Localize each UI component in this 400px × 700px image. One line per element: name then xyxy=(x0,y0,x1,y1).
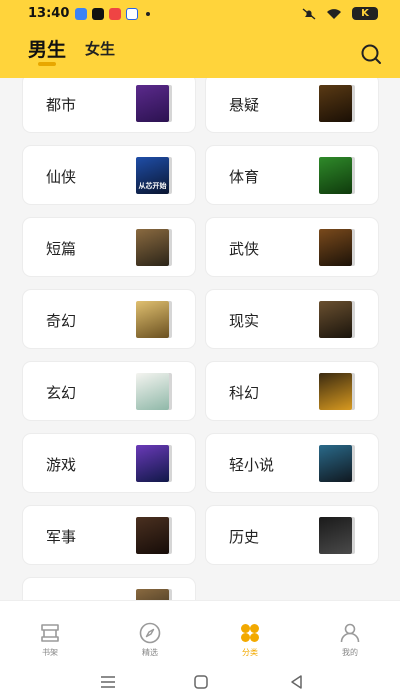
app-header: 男生 女生 xyxy=(0,28,400,78)
nav-category[interactable]: 分类 xyxy=(200,601,300,664)
category-card-xuanhuan[interactable]: 玄幻 xyxy=(23,362,195,420)
book-cover xyxy=(319,85,352,122)
category-label: 科幻 xyxy=(229,384,260,402)
category-icon xyxy=(241,624,259,642)
nav-label: 分类 xyxy=(242,648,258,657)
category-label: 奇幻 xyxy=(46,312,77,330)
category-card-xianxia[interactable]: 仙侠 从芯开始 xyxy=(23,146,195,204)
video-app-icon xyxy=(109,8,121,20)
compass-icon xyxy=(139,622,161,644)
nav-label: 精选 xyxy=(142,648,158,657)
category-grid: 都市 悬疑 仙侠 从芯开始 体育 短篇 武侠 奇幻 现实 玄幻 科幻 游戏 轻小… xyxy=(0,78,400,600)
nav-label: 书架 xyxy=(42,648,58,657)
system-navigation-bar xyxy=(0,663,400,700)
book-cover xyxy=(136,301,169,338)
bookshelf-icon xyxy=(41,624,59,642)
book-cover xyxy=(136,445,169,482)
category-label: 玄幻 xyxy=(46,384,77,402)
book-cover xyxy=(319,373,352,410)
category-card-dushi[interactable]: 都市 xyxy=(23,78,195,132)
category-label: 军事 xyxy=(46,528,77,546)
home-icon[interactable] xyxy=(192,673,210,691)
category-card-xuanyi[interactable]: 悬疑 xyxy=(206,78,378,132)
book-cover xyxy=(319,157,352,194)
book-cover xyxy=(136,85,169,122)
back-icon[interactable] xyxy=(288,673,306,691)
book-cover: 从芯开始 xyxy=(136,157,169,194)
category-label: 短篇 xyxy=(46,240,77,258)
tiktok-icon xyxy=(92,8,104,20)
tab-female[interactable]: 女生 xyxy=(85,38,115,59)
nav-label: 我的 xyxy=(342,648,358,657)
book-cover xyxy=(319,445,352,482)
category-label: 都市 xyxy=(46,96,77,114)
category-card-youxi[interactable]: 游戏 xyxy=(23,434,195,492)
status-bar: 13:40 K xyxy=(0,0,400,28)
mute-icon xyxy=(302,7,316,20)
status-time: 13:40 xyxy=(28,6,70,21)
category-label: 悬疑 xyxy=(229,96,260,114)
book-cover xyxy=(319,229,352,266)
category-card-duanpian[interactable]: 短篇 xyxy=(23,218,195,276)
category-label: 历史 xyxy=(229,528,260,546)
more-dot-icon xyxy=(146,12,150,16)
category-label: 轻小说 xyxy=(229,456,275,474)
category-card-wuxia[interactable]: 武侠 xyxy=(206,218,378,276)
nav-featured[interactable]: 精选 xyxy=(100,601,200,664)
wifi-icon xyxy=(327,8,341,19)
notification-icons xyxy=(75,8,150,20)
book-cover xyxy=(136,229,169,266)
tab-male[interactable]: 男生 xyxy=(28,35,66,62)
status-right: K xyxy=(302,7,378,20)
book-cover-title: 从芯开始 xyxy=(138,182,167,190)
app-notification-icon xyxy=(75,8,87,20)
category-card-qingxiaoshuo[interactable]: 轻小说 xyxy=(206,434,378,492)
search-icon[interactable] xyxy=(358,42,384,68)
nav-bookshelf[interactable]: 书架 xyxy=(0,601,100,664)
category-card-xianshi[interactable]: 现实 xyxy=(206,290,378,348)
category-card-lishi[interactable]: 历史 xyxy=(206,506,378,564)
book-cover xyxy=(136,589,169,600)
nav-profile[interactable]: 我的 xyxy=(300,601,400,664)
category-label: 现实 xyxy=(229,312,260,330)
category-card-kehuan[interactable]: 科幻 xyxy=(206,362,378,420)
active-tab-indicator xyxy=(38,62,56,66)
category-label: 体育 xyxy=(229,168,260,186)
category-card-junshi[interactable]: 军事 xyxy=(23,506,195,564)
menu-icon[interactable] xyxy=(99,673,117,691)
category-card-qihuan[interactable]: 奇幻 xyxy=(23,290,195,348)
book-cover xyxy=(136,517,169,554)
category-label: 武侠 xyxy=(229,240,260,258)
battery-icon: K xyxy=(352,7,378,20)
category-card-partial[interactable] xyxy=(23,578,195,600)
book-cover xyxy=(319,517,352,554)
category-label: 游戏 xyxy=(46,456,77,474)
bottom-navigation: 书架 精选 分类 我的 xyxy=(0,600,400,664)
book-cover xyxy=(319,301,352,338)
category-label: 仙侠 xyxy=(46,168,77,186)
category-card-tiyu[interactable]: 体育 xyxy=(206,146,378,204)
profile-icon xyxy=(340,623,360,643)
book-cover xyxy=(136,373,169,410)
cloud-icon xyxy=(126,8,138,20)
